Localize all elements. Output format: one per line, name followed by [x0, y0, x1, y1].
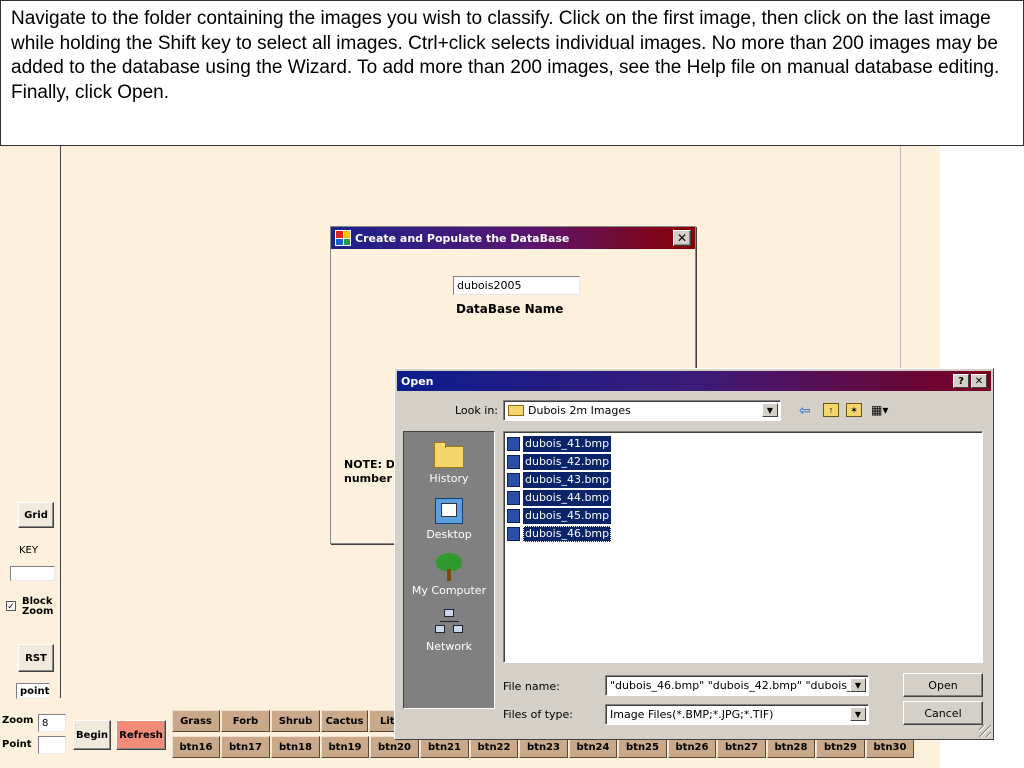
chevron-down-icon[interactable]: ▼: [850, 678, 866, 692]
key-label: KEY: [19, 545, 38, 556]
look-in-value: Dubois 2m Images: [528, 404, 631, 417]
places-bar: History Desktop My Computer Network: [403, 431, 495, 709]
my-computer-icon: [432, 552, 466, 582]
zoom-label: Zoom: [2, 715, 34, 726]
open-file-dialog: Open ? ✕ Look in: Dubois 2m Images ▼ ⇦ ↑…: [394, 368, 994, 740]
new-folder-icon[interactable]: ✶: [846, 403, 862, 417]
zoom-input[interactable]: 8: [38, 714, 66, 732]
file-name-label: File name:: [503, 680, 560, 693]
refresh-button[interactable]: Refresh: [116, 720, 166, 750]
bitmap-file-icon: [507, 472, 520, 487]
history-icon: [432, 440, 466, 470]
places-network[interactable]: Network: [404, 608, 494, 653]
close-icon[interactable]: ✕: [673, 230, 691, 246]
open-dialog-titlebar[interactable]: Open: [397, 371, 991, 391]
block-zoom-checkbox[interactable]: ✓: [6, 601, 16, 611]
category-button-shrub[interactable]: Shrub: [271, 710, 320, 732]
file-type-value: Image Files(*.BMP;*.JPG;*.TIF): [610, 708, 774, 721]
point-mode-field[interactable]: point: [16, 683, 50, 699]
list-item[interactable]: dubois_45.bmp: [507, 507, 612, 524]
category-button-btn19[interactable]: btn19: [321, 736, 369, 758]
point-label: Point: [2, 739, 32, 750]
grid-button[interactable]: Grid: [18, 502, 54, 528]
bitmap-file-icon: [507, 454, 520, 469]
chevron-down-icon[interactable]: ▼: [762, 403, 778, 417]
database-name-input[interactable]: dubois2005: [453, 276, 580, 295]
folder-icon: [508, 405, 524, 416]
file-list[interactable]: dubois_41.bmp dubois_42.bmp dubois_43.bm…: [503, 431, 983, 663]
list-item[interactable]: dubois_43.bmp: [507, 471, 612, 488]
left-panel-divider: [60, 146, 61, 698]
bitmap-file-icon: [507, 436, 520, 451]
bitmap-file-icon: [507, 490, 520, 505]
list-item[interactable]: dubois_44.bmp: [507, 489, 612, 506]
open-dialog-title: Open: [401, 374, 434, 388]
file-type-label: Files of type:: [503, 708, 574, 721]
look-in-combobox[interactable]: Dubois 2m Images ▼: [503, 400, 781, 421]
list-item[interactable]: dubois_41.bmp: [507, 435, 612, 452]
category-button-cactus[interactable]: Cactus: [321, 710, 368, 732]
note-line-2: number: [344, 472, 392, 485]
point-input[interactable]: [38, 736, 66, 754]
note-line-1: NOTE: D: [344, 458, 395, 471]
bitmap-file-icon: [507, 526, 520, 541]
category-button-btn16[interactable]: btn16: [172, 736, 220, 758]
category-button-grass[interactable]: Grass: [172, 710, 220, 732]
category-button-forb[interactable]: Forb: [221, 710, 270, 732]
create-database-titlebar[interactable]: Create and Populate the DataBase: [331, 227, 695, 249]
key-input[interactable]: [10, 566, 55, 581]
rst-button[interactable]: RST: [18, 644, 54, 672]
help-icon[interactable]: ?: [953, 374, 969, 388]
list-item[interactable]: dubois_42.bmp: [507, 453, 612, 470]
places-my-computer[interactable]: My Computer: [404, 552, 494, 597]
file-type-select[interactable]: Image Files(*.BMP;*.JPG;*.TIF) ▼: [605, 704, 869, 725]
network-icon: [432, 608, 466, 638]
app-icon: [335, 230, 351, 246]
create-database-title: Create and Populate the DataBase: [355, 231, 570, 245]
database-name-label: DataBase Name: [456, 302, 564, 316]
file-name-combobox[interactable]: "dubois_46.bmp" "dubois_42.bmp" "dubois_…: [605, 675, 869, 696]
up-folder-icon[interactable]: ↑: [823, 403, 839, 417]
file-name-value: "dubois_46.bmp" "dubois_42.bmp" "dubois_…: [610, 679, 867, 692]
desktop-icon: [432, 496, 466, 526]
back-icon[interactable]: ⇦: [799, 402, 815, 418]
cancel-button[interactable]: Cancel: [903, 701, 983, 725]
list-item[interactable]: dubois_46.bmp: [507, 525, 612, 542]
bitmap-file-icon: [507, 508, 520, 523]
close-icon[interactable]: ✕: [971, 374, 987, 388]
look-in-label: Look in:: [455, 404, 498, 417]
category-button-btn18[interactable]: btn18: [271, 736, 320, 758]
places-desktop[interactable]: Desktop: [404, 496, 494, 541]
begin-button[interactable]: Begin: [73, 720, 111, 750]
resize-grip-icon[interactable]: [979, 725, 991, 737]
places-history[interactable]: History: [404, 440, 494, 485]
view-menu-icon[interactable]: ▦▾: [871, 403, 893, 417]
category-button-btn17[interactable]: btn17: [221, 736, 270, 758]
chevron-down-icon[interactable]: ▼: [850, 707, 866, 721]
block-zoom-label: Block Zoom: [22, 596, 54, 617]
instructions-text: Navigate to the folder containing the im…: [0, 0, 1024, 146]
open-button[interactable]: Open: [903, 673, 983, 697]
